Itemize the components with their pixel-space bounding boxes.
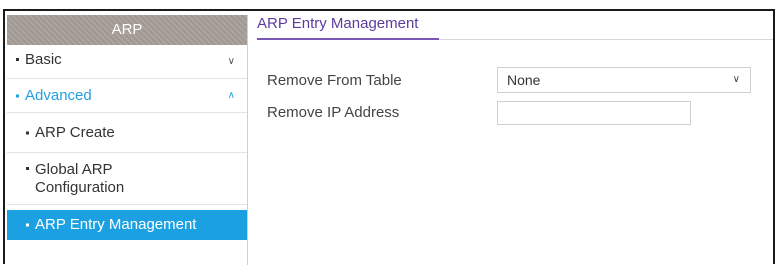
app-frame: ARP Basic ∨ Advanced ∧ ARP Create Global…	[3, 9, 775, 265]
nav-advanced-label: Advanced	[25, 87, 92, 104]
sidebar-header: ARP	[7, 15, 247, 45]
nav-basic[interactable]: Basic ∨	[7, 45, 247, 79]
chevron-up-icon: ∧	[227, 89, 235, 101]
tab-divider	[439, 39, 773, 40]
nav-global-arp-line1: Global ARP	[35, 161, 113, 178]
bullet-icon	[26, 167, 29, 170]
nav-global-arp-line2: Configuration	[35, 179, 125, 196]
bullet-icon	[26, 131, 29, 134]
chevron-down-icon: ∨	[227, 55, 235, 67]
tab-arp-entry-management[interactable]: ARP Entry Management	[257, 15, 439, 40]
chevron-down-icon: ∨	[732, 74, 740, 85]
remove-from-table-select[interactable]: None ∨	[497, 67, 751, 93]
remove-ip-address-label: Remove IP Address	[267, 104, 400, 121]
remove-from-table-label: Remove From Table	[267, 72, 402, 89]
bullet-icon	[26, 223, 29, 227]
sidebar: ARP Basic ∨ Advanced ∧ ARP Create Global…	[7, 15, 248, 265]
nav-arp-entry-management-label: ARP Entry Management	[35, 216, 197, 233]
nav-advanced[interactable]: Advanced ∧	[7, 79, 247, 113]
nav-arp-create-label: ARP Create	[35, 124, 115, 141]
nav-global-arp-label: Global ARP Configuration	[31, 161, 124, 197]
nav-arp-entry-management[interactable]: ARP Entry Management	[7, 210, 247, 240]
remove-from-table-value: None	[507, 72, 541, 88]
nav-global-arp-configuration[interactable]: Global ARP Configuration	[7, 153, 247, 205]
bullet-icon	[16, 58, 19, 61]
bullet-icon	[16, 94, 19, 97]
nav-arp-create[interactable]: ARP Create	[7, 113, 247, 153]
remove-ip-address-input[interactable]	[497, 101, 691, 125]
nav-basic-label: Basic	[25, 51, 62, 68]
main-panel: ARP Entry Management Remove From Table N…	[257, 15, 773, 125]
